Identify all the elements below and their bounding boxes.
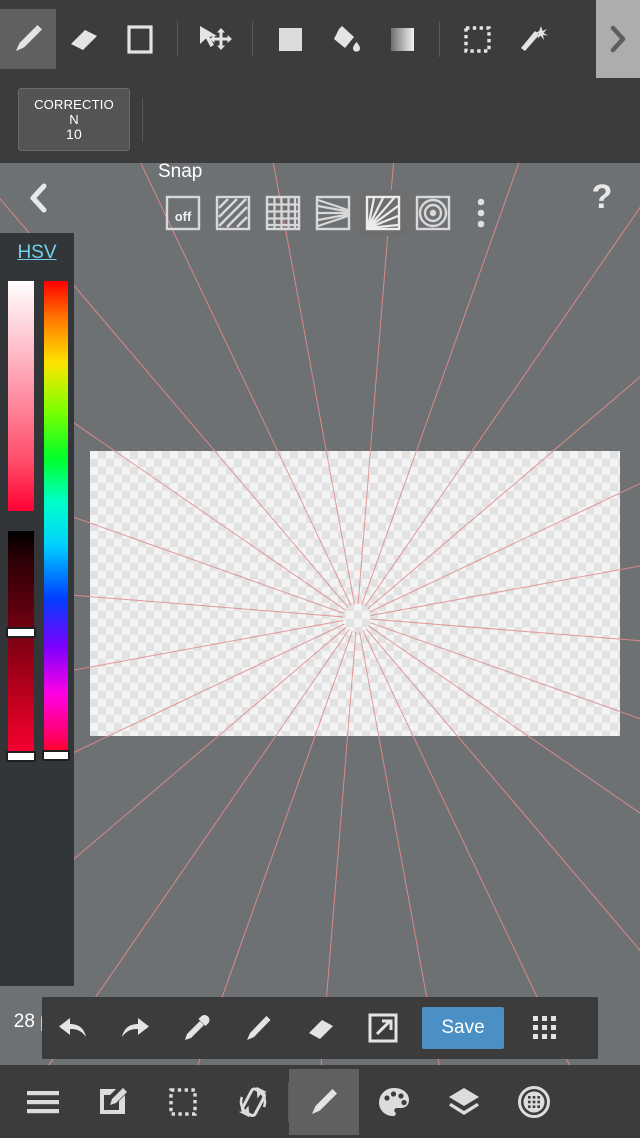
redo-arrow-icon <box>122 1018 149 1037</box>
value-slider-track[interactable] <box>8 531 34 761</box>
tool-options-bar[interactable]: CORRECTIO N 10 Snap off <box>0 78 640 236</box>
help-button[interactable]: ? <box>578 173 626 221</box>
color-panel[interactable]: HSV 28 px 100 % <box>0 233 74 1138</box>
pencil-tool[interactable] <box>0 9 56 69</box>
hsv-mode-toggle[interactable]: HSV <box>0 233 74 264</box>
chevron-left-icon <box>30 183 47 213</box>
undo-button[interactable] <box>42 997 104 1059</box>
correction-label-line2: N <box>69 112 79 127</box>
layers-icon <box>449 1087 479 1115</box>
gradient-tool[interactable] <box>374 9 430 69</box>
pencil-icon <box>247 1016 271 1040</box>
rotate-icon <box>238 1086 268 1117</box>
toolbar-scroll-right-button[interactable] <box>596 0 640 78</box>
correction-value: 10 <box>66 126 82 142</box>
toolbar-divider <box>439 21 440 57</box>
snap-grid-icon <box>265 195 301 231</box>
eyedropper-icon <box>185 1015 210 1040</box>
filled-square-icon <box>279 28 302 51</box>
eraser-tool[interactable] <box>56 9 112 69</box>
svg-text:off: off <box>175 209 192 224</box>
eraser-icon <box>309 1020 333 1039</box>
tool-toolbar[interactable] <box>0 0 640 78</box>
hue-slider-thumb[interactable] <box>42 750 70 761</box>
canvas-workspace[interactable] <box>0 163 640 1138</box>
fill-solid-tool[interactable] <box>262 9 318 69</box>
chevron-right-icon <box>610 25 626 53</box>
correction-label-line1: CORRECTIO <box>34 97 114 112</box>
saturation-slider-track[interactable] <box>8 281 34 511</box>
snap-mode-row[interactable]: off <box>158 190 504 236</box>
paint-bucket-tool[interactable] <box>318 9 374 69</box>
magic-wand-icon <box>521 26 548 51</box>
snap-vanishing-point[interactable] <box>308 190 358 236</box>
nav-texture[interactable] <box>499 1069 569 1135</box>
snap-parallel-lines-icon <box>215 195 251 231</box>
hamburger-icon <box>27 1090 59 1113</box>
gradient-square-icon <box>391 28 414 51</box>
nav-edit-canvas[interactable] <box>78 1069 148 1135</box>
external-link-icon <box>368 1013 398 1043</box>
pencil-icon <box>312 1088 337 1114</box>
nav-rotate-canvas[interactable] <box>218 1069 288 1135</box>
export-button[interactable] <box>352 997 414 1059</box>
snap-off-icon: off <box>165 195 201 231</box>
rectangle-icon <box>127 25 153 54</box>
snap-more-options[interactable] <box>458 190 504 236</box>
snap-off[interactable]: off <box>158 190 208 236</box>
move-arrow-icon <box>200 26 232 50</box>
edit-square-icon <box>100 1087 127 1114</box>
save-button[interactable]: Save <box>422 1007 504 1049</box>
three-dots-vertical-icon <box>477 198 485 228</box>
select-marquee-tool[interactable] <box>449 9 505 69</box>
correction-setting-button[interactable]: CORRECTIO N 10 <box>18 88 130 151</box>
quick-action-bar[interactable]: Save <box>42 997 598 1059</box>
snap-concentric-circles-icon <box>415 195 451 231</box>
shape-rectangle-tool[interactable] <box>112 9 168 69</box>
pencil-icon <box>16 25 42 51</box>
value-slider-thumb[interactable] <box>6 751 36 762</box>
snap-concentric-circles[interactable] <box>408 190 458 236</box>
grid-dots-icon <box>533 1016 556 1039</box>
canvas-radial-guides <box>90 451 620 736</box>
back-button[interactable] <box>14 175 62 221</box>
snap-grid[interactable] <box>258 190 308 236</box>
nav-layers[interactable] <box>429 1069 499 1135</box>
snap-section-label: Snap <box>158 161 203 182</box>
eraser-button[interactable] <box>290 997 352 1059</box>
snap-parallel-lines[interactable] <box>208 190 258 236</box>
nav-selection[interactable] <box>148 1069 218 1135</box>
magic-wand-tool[interactable] <box>505 9 561 69</box>
paint-bucket-icon <box>334 26 360 52</box>
toolbar-divider <box>252 21 253 57</box>
options-divider <box>142 98 143 142</box>
nav-brush[interactable] <box>289 1068 359 1135</box>
undo-arrow-icon <box>59 1018 86 1037</box>
dashed-square-icon <box>169 1087 197 1116</box>
saturation-slider-thumb[interactable] <box>6 627 36 638</box>
nav-palette[interactable] <box>359 1069 429 1135</box>
palette-icon <box>379 1087 409 1116</box>
eyedropper-button[interactable] <box>166 997 228 1059</box>
snap-vanishing-point-icon <box>315 195 351 231</box>
eraser-icon <box>71 30 97 50</box>
dashed-square-icon <box>464 26 491 53</box>
snap-radial-fan[interactable] <box>358 190 408 236</box>
redo-button[interactable] <box>104 997 166 1059</box>
toolbar-divider <box>177 21 178 57</box>
nav-menu[interactable] <box>8 1069 78 1135</box>
bottom-navigation-bar[interactable] <box>0 1065 640 1138</box>
grid-dots-menu[interactable] <box>514 997 576 1059</box>
snap-radial-fan-icon <box>365 195 401 231</box>
texture-circle-icon <box>518 1085 550 1118</box>
move-tool[interactable] <box>187 9 243 69</box>
pencil-button[interactable] <box>228 997 290 1059</box>
hue-slider-track[interactable] <box>44 281 68 761</box>
